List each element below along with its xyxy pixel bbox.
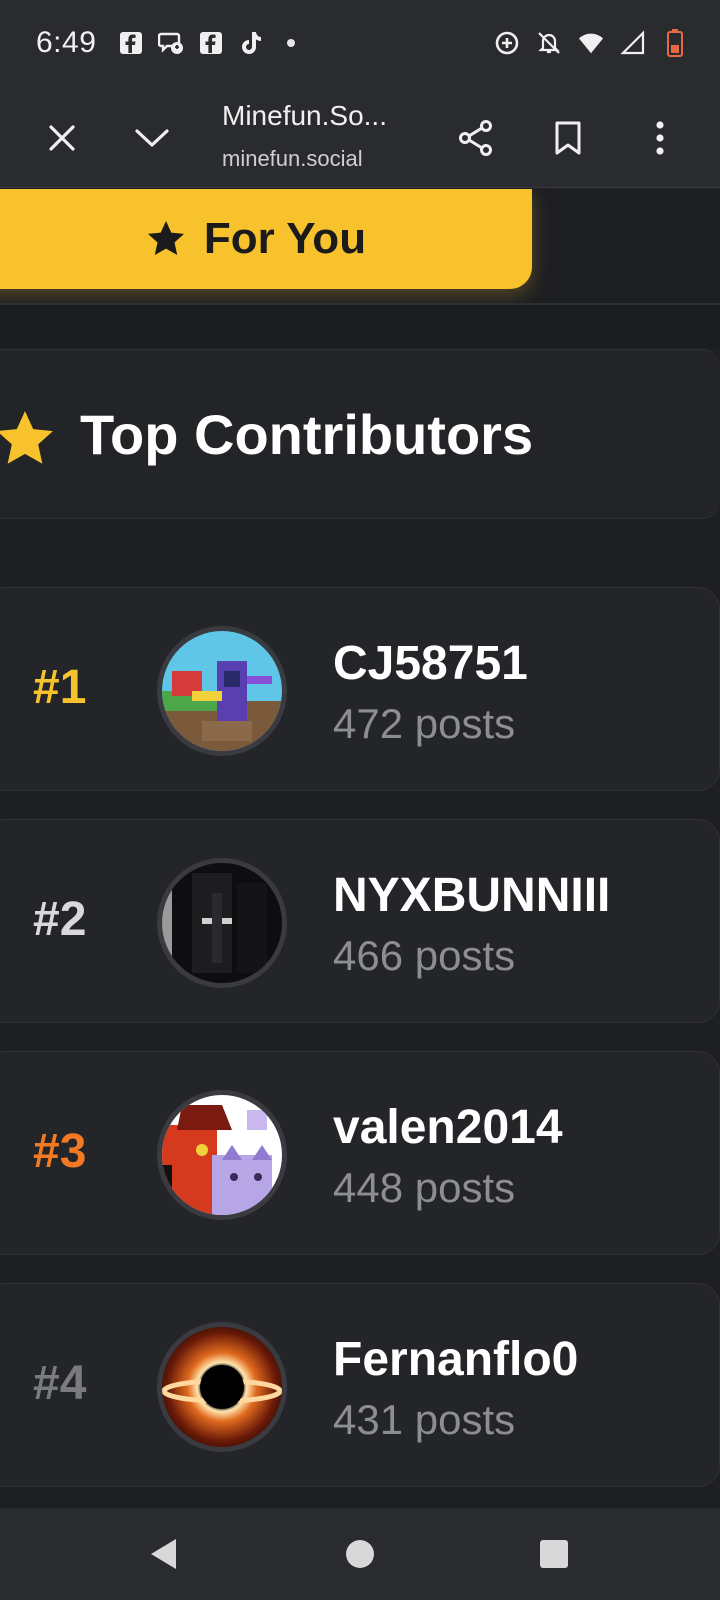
chevron-down-icon [135, 129, 169, 147]
data-saver-icon [494, 30, 520, 56]
share-button[interactable] [448, 110, 504, 166]
contributor-card[interactable]: #4 Fernanflo0 431 posts [0, 1283, 720, 1487]
bell-off-icon [536, 30, 562, 56]
dot-icon [278, 30, 304, 56]
back-button[interactable] [140, 1530, 188, 1578]
notification-icons [118, 30, 304, 56]
system-icons [494, 29, 688, 57]
contributor-name[interactable]: CJ58751 [333, 636, 528, 691]
status-bar: 6:49 [0, 0, 720, 88]
post-count: 448 posts [333, 1164, 516, 1211]
share-icon [459, 120, 492, 156]
facebook-icon [118, 30, 144, 56]
back-triangle-icon [151, 1539, 176, 1569]
more-vertical-icon [656, 121, 664, 155]
contributor-card[interactable]: #1 CJ58751 472 posts [0, 587, 720, 791]
browser-toolbar: Minefun.So... minefun.social [0, 88, 720, 188]
tab-for-you-label: For You [203, 214, 367, 263]
post-count: 466 posts [333, 932, 516, 979]
avatar[interactable] [157, 1090, 287, 1220]
avatar[interactable] [157, 1322, 287, 1452]
contributor-card[interactable]: #3 valen2014 448 posts [0, 1051, 720, 1255]
messenger-icon [158, 30, 184, 56]
section-title: Top Contributors [80, 403, 534, 466]
bookmark-button[interactable] [540, 110, 596, 166]
close-icon [49, 125, 75, 151]
contributor-name[interactable]: valen2014 [333, 1100, 563, 1155]
rank-number: #3 [33, 1125, 87, 1178]
rank-number: #1 [33, 661, 87, 714]
page-title: Minefun.So... [222, 100, 387, 131]
section-gap [0, 305, 720, 347]
page-content: For You Top Contributors #1 CJ58751 472 … [0, 189, 720, 1509]
signal-icon [620, 30, 646, 56]
close-tab-button[interactable] [34, 110, 90, 166]
tab-for-you[interactable]: For You [0, 189, 532, 289]
post-count: 472 posts [333, 700, 516, 747]
status-time: 6:49 [36, 26, 97, 59]
facebook-icon [198, 30, 224, 56]
star-icon [0, 411, 53, 464]
post-count: 431 posts [333, 1396, 516, 1443]
tiktok-icon [238, 30, 264, 56]
minimize-button[interactable] [124, 110, 180, 166]
avatar[interactable] [157, 626, 287, 756]
contributor-name[interactable]: NYXBUNNIII [333, 868, 610, 923]
star-icon [147, 221, 184, 255]
battery-icon [662, 29, 688, 57]
home-circle-icon [346, 1540, 374, 1568]
rank-number: #4 [33, 1357, 87, 1410]
recents-button[interactable] [530, 1530, 578, 1578]
contributor-name[interactable]: Fernanflo0 [333, 1332, 578, 1387]
page-url[interactable]: minefun.social [222, 146, 382, 172]
bookmark-icon [555, 121, 581, 155]
more-options-button[interactable] [632, 110, 688, 166]
top-contributors-header: Top Contributors [0, 349, 720, 519]
wifi-icon [578, 30, 604, 56]
home-button[interactable] [336, 1530, 384, 1578]
contributor-card[interactable]: #2 NYXBUNNIII 466 posts [0, 819, 720, 1023]
system-nav-bar [0, 1508, 720, 1600]
rank-number: #2 [33, 893, 87, 946]
avatar[interactable] [157, 858, 287, 988]
recents-square-icon [540, 1540, 568, 1568]
